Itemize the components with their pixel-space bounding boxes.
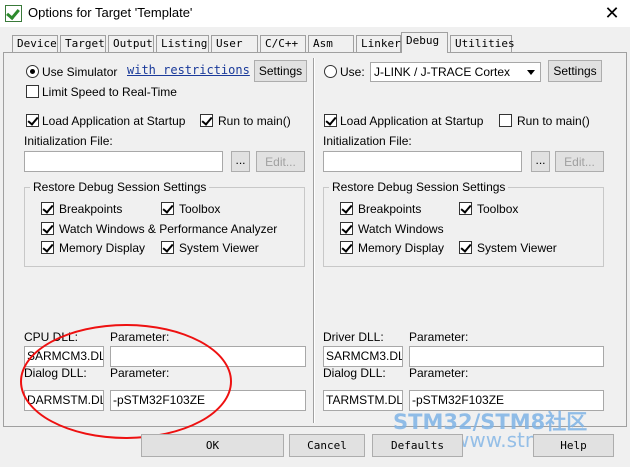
left-breakpoints-label: Breakpoints [59, 202, 123, 216]
left-run-to-main-label: Run to main() [218, 114, 291, 128]
right-restore-title: Restore Debug Session Settings [329, 180, 509, 194]
right-run-to-main-checkbox[interactable] [499, 114, 512, 127]
right-watch-windows-label: Watch Windows [358, 222, 444, 236]
left-run-to-main-checkbox[interactable] [200, 114, 213, 127]
right-dialog-parameter-label: Parameter: [409, 366, 469, 380]
right-dialog-dll-label: Dialog DLL: [323, 366, 386, 380]
right-memory-display-label: Memory Display [358, 241, 445, 255]
chevron-down-icon[interactable] [523, 63, 540, 81]
left-toolbox-label: Toolbox [179, 202, 221, 216]
driver-parameter-label: Parameter: [409, 330, 469, 344]
defaults-button[interactable]: Defaults [372, 434, 463, 457]
right-dialog-dll-input[interactable]: TARMSTM.DLL [323, 390, 403, 411]
use-simulator-radio[interactable] [26, 65, 39, 78]
driver-dll-input[interactable]: SARMCM3.DLL [323, 346, 403, 367]
tab-target[interactable]: Target [60, 35, 106, 52]
tab-listing[interactable]: Listing [156, 35, 209, 52]
left-browse-button[interactable]: ... [231, 151, 250, 172]
right-settings-button[interactable]: Settings [548, 60, 602, 82]
limit-speed-label: Limit Speed to Real-Time [42, 85, 177, 99]
left-init-file-input[interactable] [24, 151, 223, 172]
left-edit-button[interactable]: Edit... [256, 151, 305, 172]
left-load-app-checkbox[interactable] [26, 114, 39, 127]
left-memory-display-label: Memory Display [59, 241, 146, 255]
right-toolbox-checkbox[interactable] [459, 202, 472, 215]
tab-c-cpp[interactable]: C/C++ [260, 35, 306, 52]
right-run-to-main-label: Run to main() [517, 114, 590, 128]
tab-device[interactable]: Device [12, 35, 58, 52]
use-label: Use: [340, 65, 365, 79]
tab-debug[interactable]: Debug [401, 32, 448, 53]
tab-user[interactable]: User [211, 35, 258, 52]
close-icon[interactable]: ✕ [600, 2, 624, 24]
right-system-viewer-checkbox[interactable] [459, 241, 472, 254]
left-load-app-label: Load Application at Startup [42, 114, 186, 128]
debugger-select[interactable]: J-LINK / J-TRACE Cortex [370, 62, 541, 82]
right-breakpoints-label: Breakpoints [358, 202, 422, 216]
ok-button[interactable]: OK [141, 434, 284, 457]
left-toolbox-checkbox[interactable] [161, 202, 174, 215]
tab-asm[interactable]: Asm [308, 35, 354, 52]
right-breakpoints-checkbox[interactable] [340, 202, 353, 215]
right-load-app-label: Load Application at Startup [340, 114, 484, 128]
right-watch-windows-checkbox[interactable] [340, 222, 353, 235]
tab-output[interactable]: Output [108, 35, 154, 52]
left-system-viewer-label: System Viewer [179, 241, 259, 255]
help-button[interactable]: Help [533, 434, 614, 457]
right-edit-button[interactable]: Edit... [555, 151, 604, 172]
cancel-button[interactable]: Cancel [289, 434, 365, 457]
left-memory-display-checkbox[interactable] [41, 241, 54, 254]
app-check-icon [5, 5, 22, 22]
left-system-viewer-checkbox[interactable] [161, 241, 174, 254]
left-restore-title: Restore Debug Session Settings [30, 180, 210, 194]
right-browse-button[interactable]: ... [531, 151, 550, 172]
left-breakpoints-checkbox[interactable] [41, 202, 54, 215]
title-bar: Options for Target 'Template' ✕ [0, 0, 630, 27]
tab-linker[interactable]: Linker [356, 35, 401, 52]
driver-dll-label: Driver DLL: [323, 330, 384, 344]
left-settings-button[interactable]: Settings [254, 60, 307, 82]
window-title: Options for Target 'Template' [28, 5, 193, 20]
right-init-file-label: Initialization File: [323, 134, 412, 148]
right-memory-display-checkbox[interactable] [340, 241, 353, 254]
red-annotation-ellipse [20, 324, 232, 439]
debugger-select-value: J-LINK / J-TRACE Cortex [374, 65, 511, 79]
tab-strip: Device Target Output Listing User C/C++ … [0, 27, 630, 53]
use-simulator-label: Use Simulator [42, 65, 118, 79]
left-watch-windows-label: Watch Windows & Performance Analyzer [59, 222, 278, 236]
left-watch-windows-checkbox[interactable] [41, 222, 54, 235]
left-init-file-label: Initialization File: [24, 134, 113, 148]
tab-utilities[interactable]: Utilities [450, 35, 515, 52]
driver-parameter-input[interactable] [409, 346, 604, 367]
use-debugger-radio[interactable] [324, 65, 337, 78]
with-restrictions-link[interactable]: with restrictions [127, 63, 250, 77]
panel-divider [313, 58, 315, 423]
right-system-viewer-label: System Viewer [477, 241, 557, 255]
limit-speed-checkbox[interactable] [26, 85, 39, 98]
right-load-app-checkbox[interactable] [324, 114, 337, 127]
right-init-file-input[interactable] [323, 151, 522, 172]
right-toolbox-label: Toolbox [477, 202, 519, 216]
